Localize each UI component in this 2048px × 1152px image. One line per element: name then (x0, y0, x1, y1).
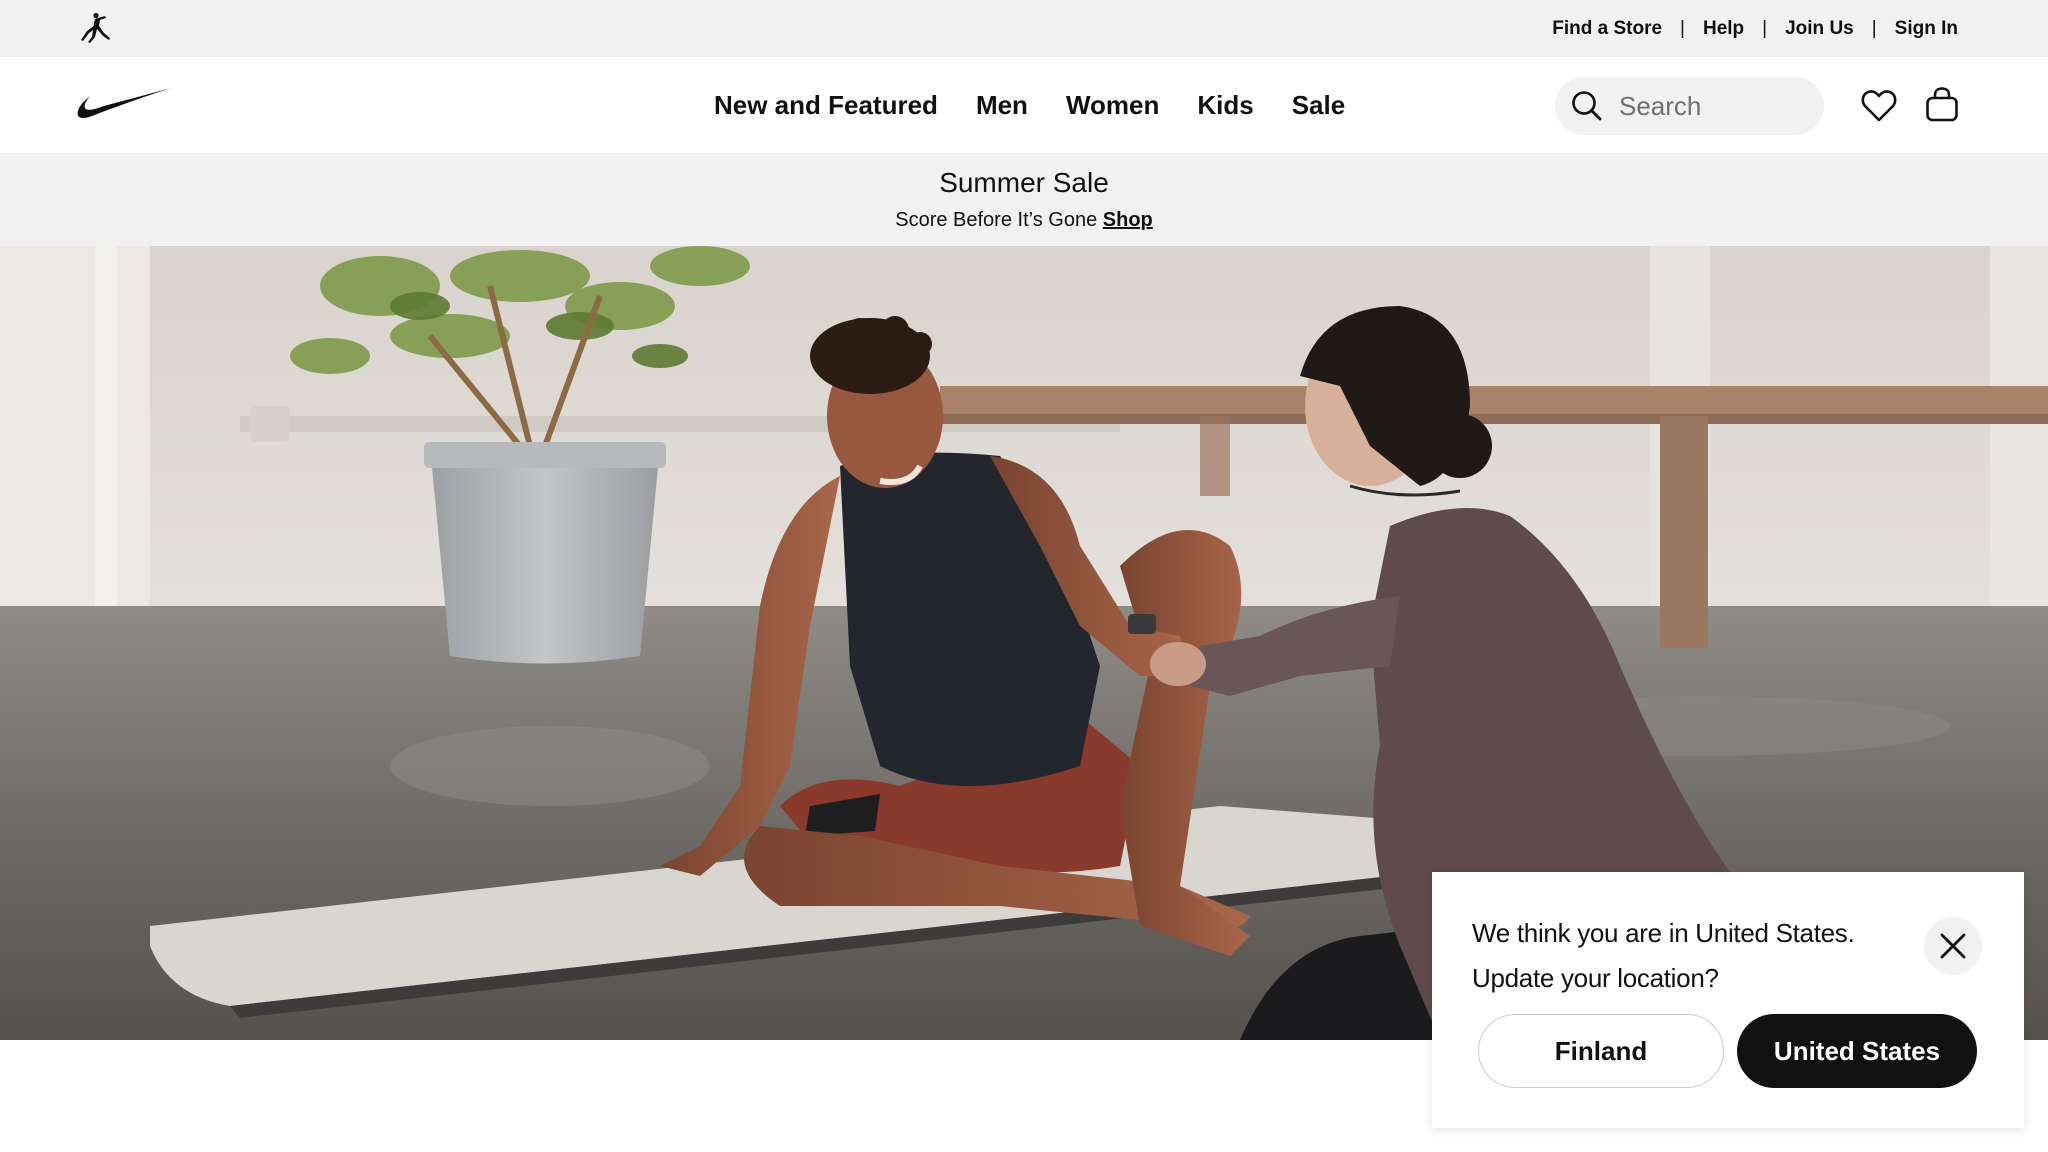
nav-item-men[interactable]: Men (976, 90, 1028, 121)
nav-item-kids[interactable]: Kids (1197, 90, 1253, 121)
location-modal: We think you are in United States. Updat… (1432, 872, 2024, 1128)
heart-icon[interactable] (1860, 87, 1898, 125)
separator: | (1871, 17, 1877, 39)
utility-links: Find a Store | Help | Join Us | Sign In (1552, 0, 1958, 57)
separator: | (1762, 17, 1768, 39)
promo-subtitle-row: Score Before It’s Gone Shop (0, 209, 2048, 232)
jordan-jumpman-icon[interactable] (78, 12, 112, 44)
location-message: We think you are in United States. (1472, 918, 1855, 948)
main-navigation: New and Featured Men Women Kids Sale (0, 57, 2048, 153)
close-button[interactable] (1924, 917, 1982, 975)
primary-nav: New and Featured Men Women Kids Sale (714, 57, 1345, 153)
nike-swoosh-icon[interactable] (76, 87, 172, 123)
search-input[interactable] (1619, 90, 1809, 122)
nav-item-sale[interactable]: Sale (1292, 90, 1346, 121)
nav-item-new-and-featured[interactable]: New and Featured (714, 90, 938, 121)
promo-shop-link[interactable]: Shop (1103, 209, 1153, 231)
utility-bar: Find a Store | Help | Join Us | Sign In (0, 0, 2048, 57)
bag-icon[interactable] (1924, 86, 1960, 124)
find-store-link[interactable]: Find a Store (1552, 18, 1662, 40)
promo-subtitle: Score Before It’s Gone (895, 209, 1098, 231)
join-us-link[interactable]: Join Us (1785, 18, 1854, 40)
promo-title: Summer Sale (939, 167, 1109, 198)
location-question: Update your location? (1472, 963, 1719, 993)
separator: | (1680, 17, 1685, 39)
close-icon (1940, 933, 1966, 959)
search-box[interactable] (1555, 77, 1824, 135)
sign-in-link[interactable]: Sign In (1895, 18, 1958, 40)
nav-item-women[interactable]: Women (1066, 90, 1159, 121)
promo-banner: Summer Sale Score Before It’s Gone Shop (0, 153, 2048, 246)
united-states-button[interactable]: United States (1737, 1014, 1977, 1088)
search-icon[interactable] (1569, 88, 1605, 124)
help-link[interactable]: Help (1703, 18, 1744, 40)
finland-button[interactable]: Finland (1478, 1014, 1724, 1088)
